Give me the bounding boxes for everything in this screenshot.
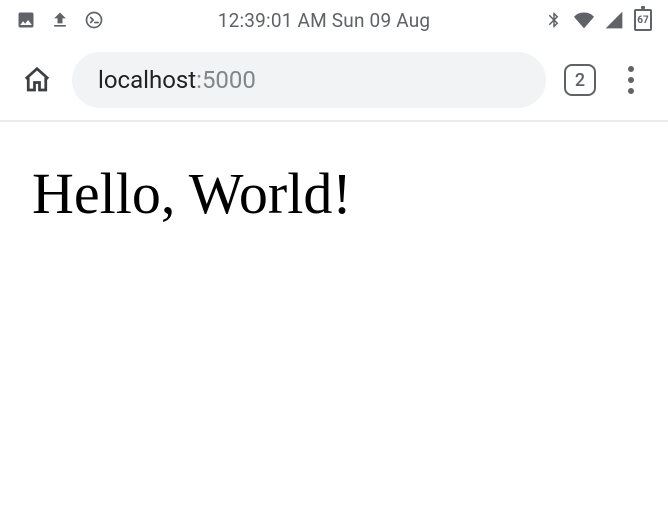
bluetooth-icon — [544, 10, 564, 30]
tab-count: 2 — [575, 70, 585, 91]
menu-dot-icon — [628, 66, 634, 72]
home-button[interactable] — [20, 63, 54, 97]
menu-dot-icon — [628, 88, 634, 94]
status-right-icons: 67 — [544, 9, 652, 31]
menu-dot-icon — [628, 77, 634, 83]
page-heading: Hello, World! — [32, 160, 636, 227]
browser-toolbar: localhost:5000 2 — [0, 40, 668, 120]
terminal-icon — [84, 10, 104, 30]
image-icon — [16, 10, 36, 30]
upload-icon — [50, 10, 70, 30]
url-host: localhost — [98, 66, 196, 94]
battery-level: 67 — [637, 15, 648, 26]
status-bar: 12:39:01 AM Sun 09 Aug 67 — [0, 0, 668, 40]
battery-icon: 67 — [634, 9, 652, 31]
wifi-icon — [574, 10, 594, 30]
address-bar[interactable]: localhost:5000 — [72, 52, 546, 108]
tab-switcher-button[interactable]: 2 — [564, 64, 596, 96]
page-content: Hello, World! — [0, 122, 668, 265]
status-left-icons — [16, 10, 104, 30]
cellular-icon — [604, 10, 624, 30]
menu-button[interactable] — [614, 63, 648, 97]
url-port: :5000 — [196, 66, 256, 94]
status-time: 12:39:01 AM Sun 09 Aug — [104, 9, 544, 32]
